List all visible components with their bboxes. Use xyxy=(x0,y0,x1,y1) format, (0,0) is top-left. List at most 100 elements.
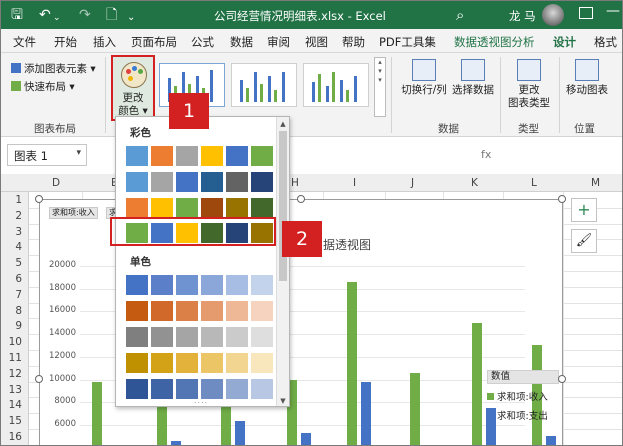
monochromatic-palette-1[interactable] xyxy=(126,275,276,295)
column-header-h[interactable]: H xyxy=(291,177,299,189)
resize-handle-left[interactable] xyxy=(35,375,43,383)
bar-expense[interactable] xyxy=(171,440,181,445)
tab-design[interactable]: 设计 xyxy=(553,34,576,55)
chart-style-thumbnail-2[interactable] xyxy=(231,63,297,107)
name-box[interactable]: 图表 1 ▾ xyxy=(7,144,87,166)
column-header-k[interactable]: K xyxy=(471,177,478,189)
chevron-down-icon[interactable]: ▾ xyxy=(76,148,81,158)
row-header-13[interactable]: 13 xyxy=(9,384,22,396)
bar-income[interactable] xyxy=(472,322,482,445)
column-header-m[interactable]: M xyxy=(591,177,600,189)
tab-file[interactable]: 文件 xyxy=(13,34,36,50)
change-chart-type-button[interactable]: 更改 图表类型 xyxy=(504,59,554,110)
fx-icon[interactable]: fx xyxy=(481,148,491,161)
move-chart-button[interactable]: 移动图表 xyxy=(562,59,612,97)
color-swatch xyxy=(226,146,248,166)
row-header-12[interactable]: 12 xyxy=(9,368,22,380)
column-header-d[interactable]: D xyxy=(52,177,60,189)
row-header-14[interactable]: 14 xyxy=(9,399,22,411)
tab-formulas[interactable]: 公式 xyxy=(191,34,214,50)
bar-income[interactable] xyxy=(347,281,357,445)
switch-row-column-button[interactable]: 切换行/列 xyxy=(399,59,449,97)
avatar[interactable] xyxy=(542,4,564,26)
resize-handle-top-left[interactable] xyxy=(35,195,43,203)
color-swatch xyxy=(226,327,248,347)
selected-palette-highlight xyxy=(110,217,276,246)
tab-data[interactable]: 数据 xyxy=(230,34,253,50)
monochromatic-palette-2[interactable] xyxy=(126,301,276,321)
add-chart-element-button[interactable]: 添加图表元素 ▾ xyxy=(11,61,96,76)
column-header-j[interactable]: J xyxy=(411,177,414,189)
chart-style-thumbnail-3[interactable] xyxy=(303,63,369,107)
tab-view[interactable]: 视图 xyxy=(305,34,328,50)
row-header-1[interactable]: 1 xyxy=(15,194,22,206)
row-header-9[interactable]: 9 xyxy=(15,320,22,332)
row-header-7[interactable]: 7 xyxy=(15,289,22,301)
tab-format[interactable]: 格式 xyxy=(594,34,617,50)
ribbon-tabs: 文件 开始 插入 页面布局 公式 数据 审阅 视图 帮助 PDF工具集 数据透视… xyxy=(1,29,622,55)
tab-pdf-tools[interactable]: PDF工具集 xyxy=(379,34,436,50)
row-header-4[interactable]: 4 xyxy=(15,241,22,253)
colorful-palette-1[interactable] xyxy=(126,146,276,166)
redo-icon[interactable]: ↷ xyxy=(79,6,91,24)
tab-home[interactable]: 开始 xyxy=(54,34,77,50)
scroll-thumb[interactable] xyxy=(279,131,287,281)
row-header-3[interactable]: 3 xyxy=(15,226,22,238)
scroll-up-icon[interactable]: ▲ xyxy=(278,119,288,129)
color-swatch xyxy=(151,146,173,166)
resize-handle-top-right[interactable] xyxy=(558,195,566,203)
tab-review[interactable]: 审阅 xyxy=(267,34,290,50)
user-name[interactable]: 龙 马 xyxy=(509,8,536,24)
undo-icon[interactable]: ↶ xyxy=(39,6,51,24)
row-header-2[interactable]: 2 xyxy=(15,210,22,222)
legend-item-expense[interactable]: 求和项:支出 xyxy=(487,408,559,422)
scroll-down-icon[interactable]: ▼ xyxy=(278,396,288,406)
chart-elements-button[interactable]: + xyxy=(571,198,597,222)
row-header-5[interactable]: 5 xyxy=(15,257,22,269)
dropdown-scrollbar[interactable]: ▲ ▼ xyxy=(276,117,289,406)
select-data-button[interactable]: 选择数据 xyxy=(451,59,495,97)
ribbon-display-options-icon[interactable] xyxy=(579,7,593,19)
bar-income[interactable] xyxy=(410,372,420,445)
chart-legend[interactable]: 数值 求和项:收入 求和项:支出 xyxy=(487,370,559,428)
save-icon[interactable]: 🖫 xyxy=(11,6,23,24)
tab-help[interactable]: 帮助 xyxy=(342,34,365,50)
ribbon-separator xyxy=(105,57,106,133)
bar-income[interactable] xyxy=(92,381,102,445)
bar-expense[interactable] xyxy=(546,436,556,445)
row-header-6[interactable]: 6 xyxy=(15,273,22,285)
chart-styles-gallery-scroll[interactable]: ▴ ▾ ▾ xyxy=(374,57,386,117)
bar-expense[interactable] xyxy=(235,421,245,445)
minimize-icon[interactable]: — xyxy=(606,3,620,19)
column-header-i[interactable]: I xyxy=(353,177,356,189)
colorful-palette-2[interactable] xyxy=(126,172,276,192)
change-colors-button[interactable]: 更改 颜色 ▾ xyxy=(111,55,155,121)
monochromatic-palette-3[interactable] xyxy=(126,327,276,347)
new-file-icon[interactable]: 🗋 xyxy=(106,6,117,24)
resize-handle-right[interactable] xyxy=(558,375,566,383)
tab-page-layout[interactable]: 页面布局 xyxy=(131,34,177,50)
customize-toolbar-icon[interactable]: ⌄ xyxy=(127,9,135,27)
legend-item-income[interactable]: 求和项:收入 xyxy=(487,389,559,403)
row-header-8[interactable]: 8 xyxy=(15,305,22,317)
color-swatch xyxy=(151,275,173,295)
row-header-16[interactable]: 16 xyxy=(9,431,22,443)
chart-styles-button[interactable]: 🖌 xyxy=(571,229,597,253)
column-header-l[interactable]: L xyxy=(531,177,537,189)
monochromatic-palette-5[interactable] xyxy=(126,379,276,399)
tab-insert[interactable]: 插入 xyxy=(93,34,116,50)
row-header-10[interactable]: 10 xyxy=(9,336,22,348)
colorful-palette-3[interactable] xyxy=(126,198,276,218)
row-header-15[interactable]: 15 xyxy=(9,415,22,427)
bar-expense[interactable] xyxy=(361,381,371,445)
quick-layout-button[interactable]: 快速布局 ▾ xyxy=(11,79,75,94)
search-icon[interactable]: ⌕ xyxy=(456,6,464,24)
resize-handle-top[interactable] xyxy=(297,195,305,203)
color-swatch xyxy=(226,353,248,373)
undo-dropdown-icon[interactable]: ⌄ xyxy=(53,9,61,27)
palette-icon xyxy=(121,62,147,88)
tab-pivotchart-analyze[interactable]: 数据透视图分析 xyxy=(454,34,535,50)
row-header-11[interactable]: 11 xyxy=(9,352,22,364)
bar-expense[interactable] xyxy=(301,432,311,445)
monochromatic-palette-4[interactable] xyxy=(126,353,276,373)
